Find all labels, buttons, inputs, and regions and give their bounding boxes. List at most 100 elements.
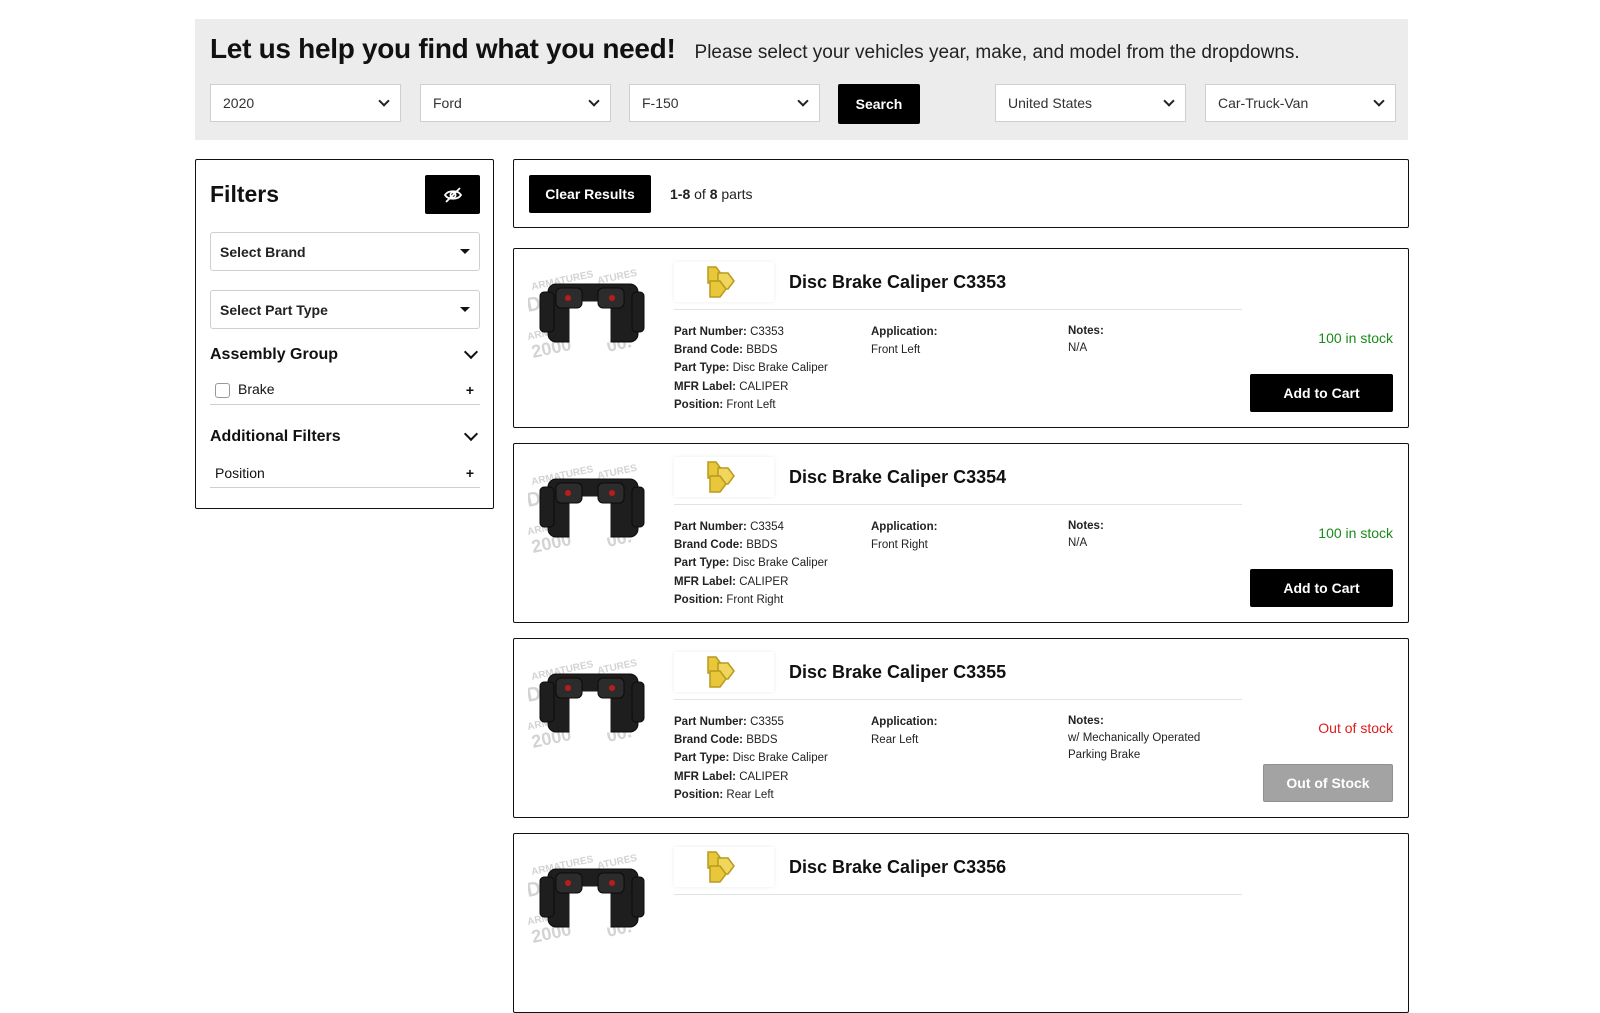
brand-logo-icon [707, 656, 735, 688]
finder-subheadline: Please select your vehicles year, make, … [694, 42, 1300, 63]
caliper-image: ARMATURES ATURES DNS DNS ARMATURES 2000 … [524, 658, 645, 752]
application-heading: Application: [871, 716, 938, 728]
spec-mfr-label: MFR Label: CALIPER [674, 573, 828, 591]
spec-label: Brand Code: [674, 344, 743, 357]
spec-value: Disc Brake Caliper [732, 752, 828, 765]
spec-value: Rear Left [726, 788, 774, 801]
filter-item-brake[interactable]: Brake + [210, 375, 480, 405]
spec-brand-code: Brand Code: BBDS [674, 341, 828, 359]
filter-item-position[interactable]: Position + [210, 458, 480, 488]
part-type-select[interactable]: Select Part Type [210, 290, 480, 329]
brand-logo-icon [707, 266, 735, 298]
chevron-down-icon [378, 95, 390, 107]
product-title[interactable]: Disc Brake Caliper C3356 [789, 857, 1006, 878]
filter-item-label: Position [215, 464, 265, 481]
application-value: Rear Left [871, 734, 919, 746]
product-card: ARMATURES ATURES DNS DNS ARMATURES 2000 … [513, 248, 1409, 428]
vehicle-type-value: Car-Truck-Van [1218, 95, 1309, 111]
spec-label: Brand Code: [674, 539, 743, 552]
spec-label: Part Number: [674, 326, 747, 338]
out-of-stock-button[interactable]: Out of Stock [1263, 764, 1393, 802]
country-select[interactable]: United States [995, 84, 1186, 122]
model-value: F-150 [642, 95, 679, 111]
spec-value: Front Left [726, 398, 776, 411]
finder-heading-row: Let us help you find what you need! Plea… [210, 33, 1300, 65]
product-title[interactable]: Disc Brake Caliper C3354 [789, 467, 1006, 488]
product-card: ARMATURES ATURES DNS DNS ARMATURES 2000 … [513, 833, 1409, 1013]
spec-label: Position: [674, 593, 724, 606]
spec-value: Disc Brake Caliper [732, 557, 828, 570]
notes-heading: Notes: [1068, 715, 1104, 727]
chevron-down-icon [1373, 95, 1385, 107]
make-select[interactable]: Ford [420, 84, 611, 122]
caliper-image: ARMATURES ATURES DNS DNS ARMATURES 2000 … [524, 463, 645, 557]
brand-logo [674, 262, 774, 302]
caliper-image: ARMATURES ATURES DNS DNS ARMATURES 2000 … [524, 853, 645, 947]
notes-column: Notes: N/A [1068, 323, 1238, 357]
product-card: ARMATURES ATURES DNS DNS ARMATURES 2000 … [513, 443, 1409, 623]
hide-filters-button[interactable] [425, 175, 480, 214]
assembly-group-title: Assembly Group [210, 346, 339, 363]
search-button[interactable]: Search [838, 84, 920, 124]
product-image[interactable]: ARMATURES ATURES DNS DNS ARMATURES 2000 … [524, 652, 651, 752]
brand-logo-icon [707, 461, 735, 493]
spec-value: BBDS [746, 734, 778, 747]
application-value: Front Right [871, 539, 928, 551]
vehicle-type-select[interactable]: Car-Truck-Van [1205, 84, 1396, 122]
spec-label: Part Type: [674, 557, 730, 570]
assembly-group-toggle[interactable]: Assembly Group [210, 344, 480, 364]
spec-value: C3354 [750, 521, 784, 533]
plus-icon[interactable]: + [466, 382, 474, 398]
chevron-down-icon [463, 426, 479, 442]
spec-part-type: Part Type: Disc Brake Caliper [674, 359, 828, 377]
spec-mfr-label: MFR Label: CALIPER [674, 378, 828, 396]
spec-value: BBDS [746, 539, 778, 552]
brake-checkbox[interactable] [215, 382, 230, 398]
plus-icon[interactable]: + [466, 465, 474, 481]
results-total: 8 [709, 186, 718, 202]
brand-select[interactable]: Select Brand [210, 232, 480, 271]
product-image[interactable]: ARMATURES ATURES DNS DNS ARMATURES 2000 … [524, 847, 651, 947]
filter-item-label: Brake [238, 381, 275, 398]
clear-results-button[interactable]: Clear Results [529, 175, 651, 213]
product-title[interactable]: Disc Brake Caliper C3353 [789, 272, 1006, 293]
filter-item-brake-label-wrap: Brake [215, 381, 275, 398]
additional-filters-toggle[interactable]: Additional Filters [210, 426, 480, 446]
results-header: Clear Results 1-8 of 8 parts [513, 159, 1409, 228]
stock-status: Out of stock [1318, 720, 1393, 736]
add-to-cart-button[interactable]: Add to Cart [1250, 569, 1393, 607]
spec-label: Position: [674, 398, 724, 411]
application-column: Application: Front Right [871, 518, 937, 554]
notes-value: w/ Mechanically Operated Parking Brake [1068, 732, 1201, 761]
product-specs: Part Number: C3354 Brand Code: BBDS Part T… [674, 518, 828, 609]
spec-label: MFR Label: [674, 575, 736, 588]
model-select[interactable]: F-150 [629, 84, 820, 122]
spec-label: Position: [674, 788, 724, 801]
spec-label: Part Type: [674, 362, 730, 375]
spec-part-number: Part Number: C3354 [674, 518, 828, 536]
spec-position: Position: Rear Left [674, 786, 828, 804]
product-card: ARMATURES ATURES DNS DNS ARMATURES 2000 … [513, 638, 1409, 818]
brand-select-label: Select Brand [220, 243, 306, 260]
eye-off-icon [443, 186, 462, 203]
spec-label: MFR Label: [674, 380, 736, 393]
spec-label: MFR Label: [674, 770, 736, 783]
notes-column: Notes: w/ Mechanically Operated Parking B… [1068, 713, 1238, 764]
spec-part-type: Part Type: Disc Brake Caliper [674, 749, 828, 767]
results-range: 1-8 [670, 186, 691, 202]
product-specs: Part Number: C3353 Brand Code: BBDS Part T… [674, 323, 828, 414]
product-title[interactable]: Disc Brake Caliper C3355 [789, 662, 1006, 683]
spec-value: BBDS [746, 344, 778, 357]
product-image[interactable]: ARMATURES ATURES DNS DNS ARMATURES 2000 … [524, 262, 651, 362]
year-select[interactable]: 2020 [210, 84, 401, 122]
application-heading: Application: [871, 326, 938, 338]
add-to-cart-button[interactable]: Add to Cart [1250, 374, 1393, 412]
country-value: United States [1008, 95, 1093, 111]
part-type-select-label: Select Part Type [220, 301, 328, 318]
brand-logo [674, 847, 774, 887]
brand-logo [674, 457, 774, 497]
product-image[interactable]: ARMATURES ATURES DNS DNS ARMATURES 2000 … [524, 457, 651, 557]
spec-position: Position: Front Left [674, 396, 828, 414]
card-divider [674, 504, 1242, 505]
notes-heading: Notes: [1068, 520, 1104, 532]
